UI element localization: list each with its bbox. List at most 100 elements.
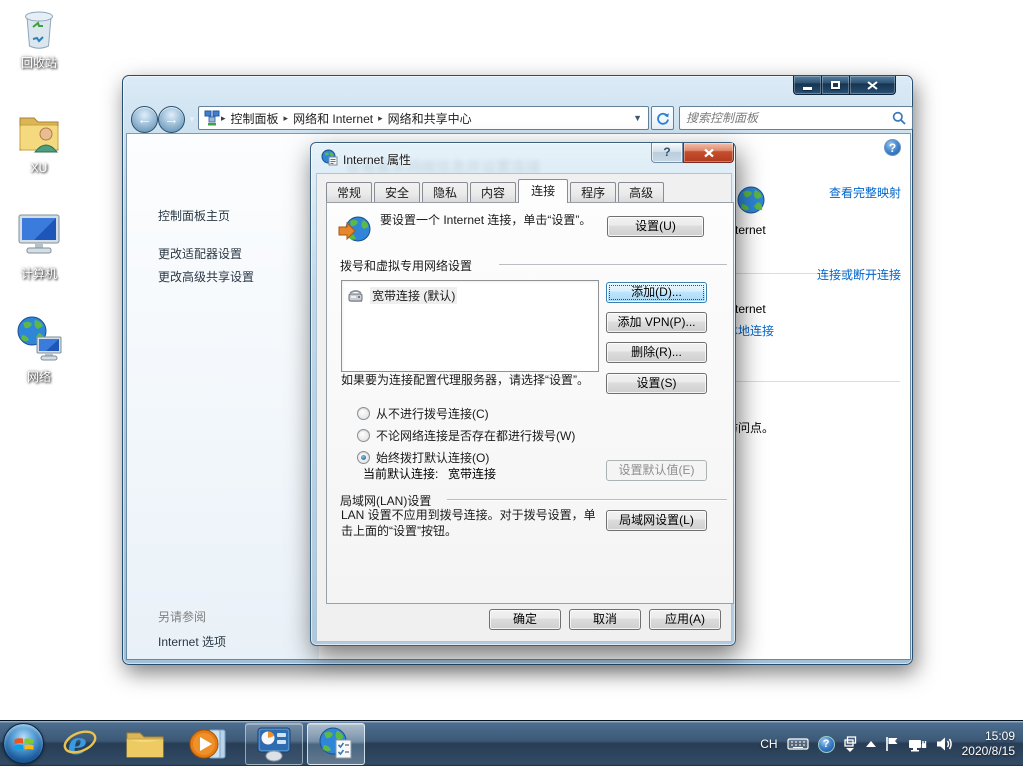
view-full-map-link[interactable]: 查看完整映射	[829, 184, 901, 201]
volume-icon[interactable]	[936, 736, 953, 752]
taskbar-item-media-player[interactable]	[186, 724, 230, 764]
radio-label: 不论网络连接是否存在都进行拨号(W)	[376, 427, 575, 444]
sidebar: 控制面板主页 更改适配器设置 更改高级共享设置 另请参阅 Internet 选项…	[127, 134, 319, 659]
system-tray: CH ?	[760, 721, 1023, 767]
tab-connections[interactable]: 连接	[518, 179, 568, 203]
forward-icon: →	[164, 111, 179, 128]
desktop-icon-recycle-bin[interactable]: 回收站	[0, 5, 78, 71]
internet-properties-icon	[321, 149, 338, 166]
show-hidden-icons-button[interactable]	[866, 741, 876, 747]
network-icon	[15, 315, 63, 365]
help-tray-icon[interactable]: ?	[818, 736, 835, 753]
dialog-close-button[interactable]	[683, 143, 734, 163]
ok-button[interactable]: 确定	[489, 609, 561, 630]
help-icon[interactable]: ?	[884, 139, 901, 156]
add-button[interactable]: 添加(D)...	[606, 282, 707, 303]
radio-always-dial-default[interactable]: 始终拨打默认连接(O)	[357, 449, 489, 466]
forward-button[interactable]: →	[158, 106, 185, 133]
sidebar-item-internet-options[interactable]: Internet 选项	[158, 633, 226, 650]
search-icon[interactable]	[892, 111, 906, 125]
lan-settings-button[interactable]: 局域网设置(L)	[606, 510, 707, 531]
explorer-folder-icon	[125, 727, 165, 761]
taskbar: e	[0, 720, 1023, 766]
tab-general[interactable]: 常规	[326, 182, 372, 203]
taskbar-item-internet-properties[interactable]	[307, 723, 365, 765]
desktop-icon-label: XU	[0, 161, 78, 175]
remove-button[interactable]: 删除(R)...	[606, 342, 707, 363]
address-bar[interactable]: ▸ 控制面板 ▸ 网络和 Internet ▸ 网络和共享中心 ▼	[198, 106, 649, 130]
tab-strip: 常规 安全 隐私 内容 连接 程序 高级	[326, 179, 666, 203]
sidebar-item-windows-firewall[interactable]: Windows 防火墙	[158, 658, 246, 659]
close-icon	[867, 81, 878, 90]
sidebar-item-change-advanced-sharing[interactable]: 更改高级共享设置	[158, 268, 254, 285]
computer-icon	[15, 212, 63, 262]
start-button[interactable]	[3, 723, 44, 764]
back-button[interactable]: ←	[131, 106, 158, 133]
tab-security[interactable]: 安全	[374, 182, 420, 203]
setup-button[interactable]: 设置(U)	[607, 216, 704, 237]
internet-properties-icon	[317, 726, 355, 762]
close-button[interactable]	[850, 76, 896, 95]
address-dropdown-icon[interactable]: ▼	[633, 113, 642, 123]
apply-button[interactable]: 应用(A)	[649, 609, 721, 630]
network-center-icon	[204, 110, 220, 126]
sidebar-item-control-panel-home[interactable]: 控制面板主页	[158, 207, 230, 224]
breadcrumb-control-panel[interactable]: 控制面板	[227, 110, 283, 127]
keyboard-icon[interactable]	[787, 737, 809, 751]
internet-globe-icon	[736, 185, 766, 215]
radio-never-dial[interactable]: 从不进行拨号连接(C)	[357, 405, 489, 422]
search-input[interactable]	[680, 108, 892, 128]
cancel-button[interactable]: 取消	[569, 609, 641, 630]
desktop-icon-network[interactable]: 网络	[0, 315, 78, 385]
radio-dial-whenever[interactable]: 不论网络连接是否存在都进行拨号(W)	[357, 427, 575, 444]
current-default-value: 宽带连接	[448, 465, 496, 482]
radio-icon	[357, 407, 370, 420]
date: 2020/8/15	[962, 744, 1015, 759]
refresh-button[interactable]	[651, 106, 674, 130]
taskbar-item-control-panel[interactable]	[245, 723, 303, 765]
breadcrumb-network-sharing-center[interactable]: 网络和共享中心	[384, 110, 476, 127]
desktop-icon-computer[interactable]: 计算机	[0, 212, 78, 282]
network-tray-icon[interactable]	[908, 736, 927, 752]
taskbar-item-internet-explorer[interactable]: e	[58, 724, 102, 764]
windows-logo-icon	[12, 732, 36, 756]
desktop-icon-xu[interactable]: XU	[0, 108, 78, 175]
setup-instruction-text: 要设置一个 Internet 连接，单击“设置”。	[380, 212, 602, 228]
minimize-button[interactable]	[793, 76, 822, 95]
back-icon: ←	[137, 111, 152, 128]
language-indicator[interactable]: CH	[760, 737, 777, 751]
minimize-icon	[803, 87, 812, 90]
tab-content[interactable]: 内容	[470, 182, 516, 203]
desktop-icon-label: 计算机	[0, 265, 78, 282]
window-restore-tray-icon[interactable]	[844, 736, 857, 752]
internet-setup-icon	[338, 214, 372, 246]
connections-list[interactable]: 宽带连接 (默认)	[341, 280, 599, 372]
add-vpn-button[interactable]: 添加 VPN(P)...	[606, 312, 707, 333]
tab-privacy[interactable]: 隐私	[422, 182, 468, 203]
refresh-icon	[656, 111, 670, 125]
dialog-help-button[interactable]: ?	[651, 143, 683, 163]
sidebar-item-change-adapter-settings[interactable]: 更改适配器设置	[158, 245, 242, 262]
action-center-flag-icon[interactable]	[885, 736, 899, 752]
clock[interactable]: 15:09 2020/8/15	[962, 729, 1015, 759]
desktop-icon-label: 回收站	[0, 54, 78, 71]
breadcrumb-network-internet[interactable]: 网络和 Internet	[289, 110, 377, 127]
radio-icon-checked	[357, 451, 370, 464]
see-also-header: 另请参阅	[158, 608, 206, 625]
settings-button[interactable]: 设置(S)	[606, 373, 707, 394]
taskbar-item-windows-explorer[interactable]	[123, 724, 167, 764]
list-item-broadband[interactable]: 宽带连接 (默认)	[348, 287, 457, 304]
dialup-section-header: 拨号和虚拟专用网络设置	[340, 257, 472, 274]
tab-advanced[interactable]: 高级	[618, 182, 664, 203]
tab-programs[interactable]: 程序	[570, 182, 616, 203]
proxy-instruction-text: 如果要为连接配置代理服务器，请选择“设置”。	[341, 372, 599, 388]
connections-tab-page: 要设置一个 Internet 连接，单击“设置”。 设置(U) 拨号和虚拟专用网…	[326, 202, 734, 604]
caption-buttons	[793, 76, 896, 95]
maximize-button[interactable]	[822, 76, 850, 95]
lan-instruction-text: LAN 设置不应用到拨号连接。对于拨号设置，单击上面的“设置”按钮。	[341, 507, 601, 539]
time: 15:09	[962, 729, 1015, 744]
connect-disconnect-link[interactable]: 连接或断开连接	[817, 266, 901, 283]
desktop-icon-label: 网络	[0, 368, 78, 385]
current-default-label: 当前默认连接:	[363, 465, 438, 482]
recent-pages-dropdown[interactable]: ▼	[188, 115, 196, 124]
